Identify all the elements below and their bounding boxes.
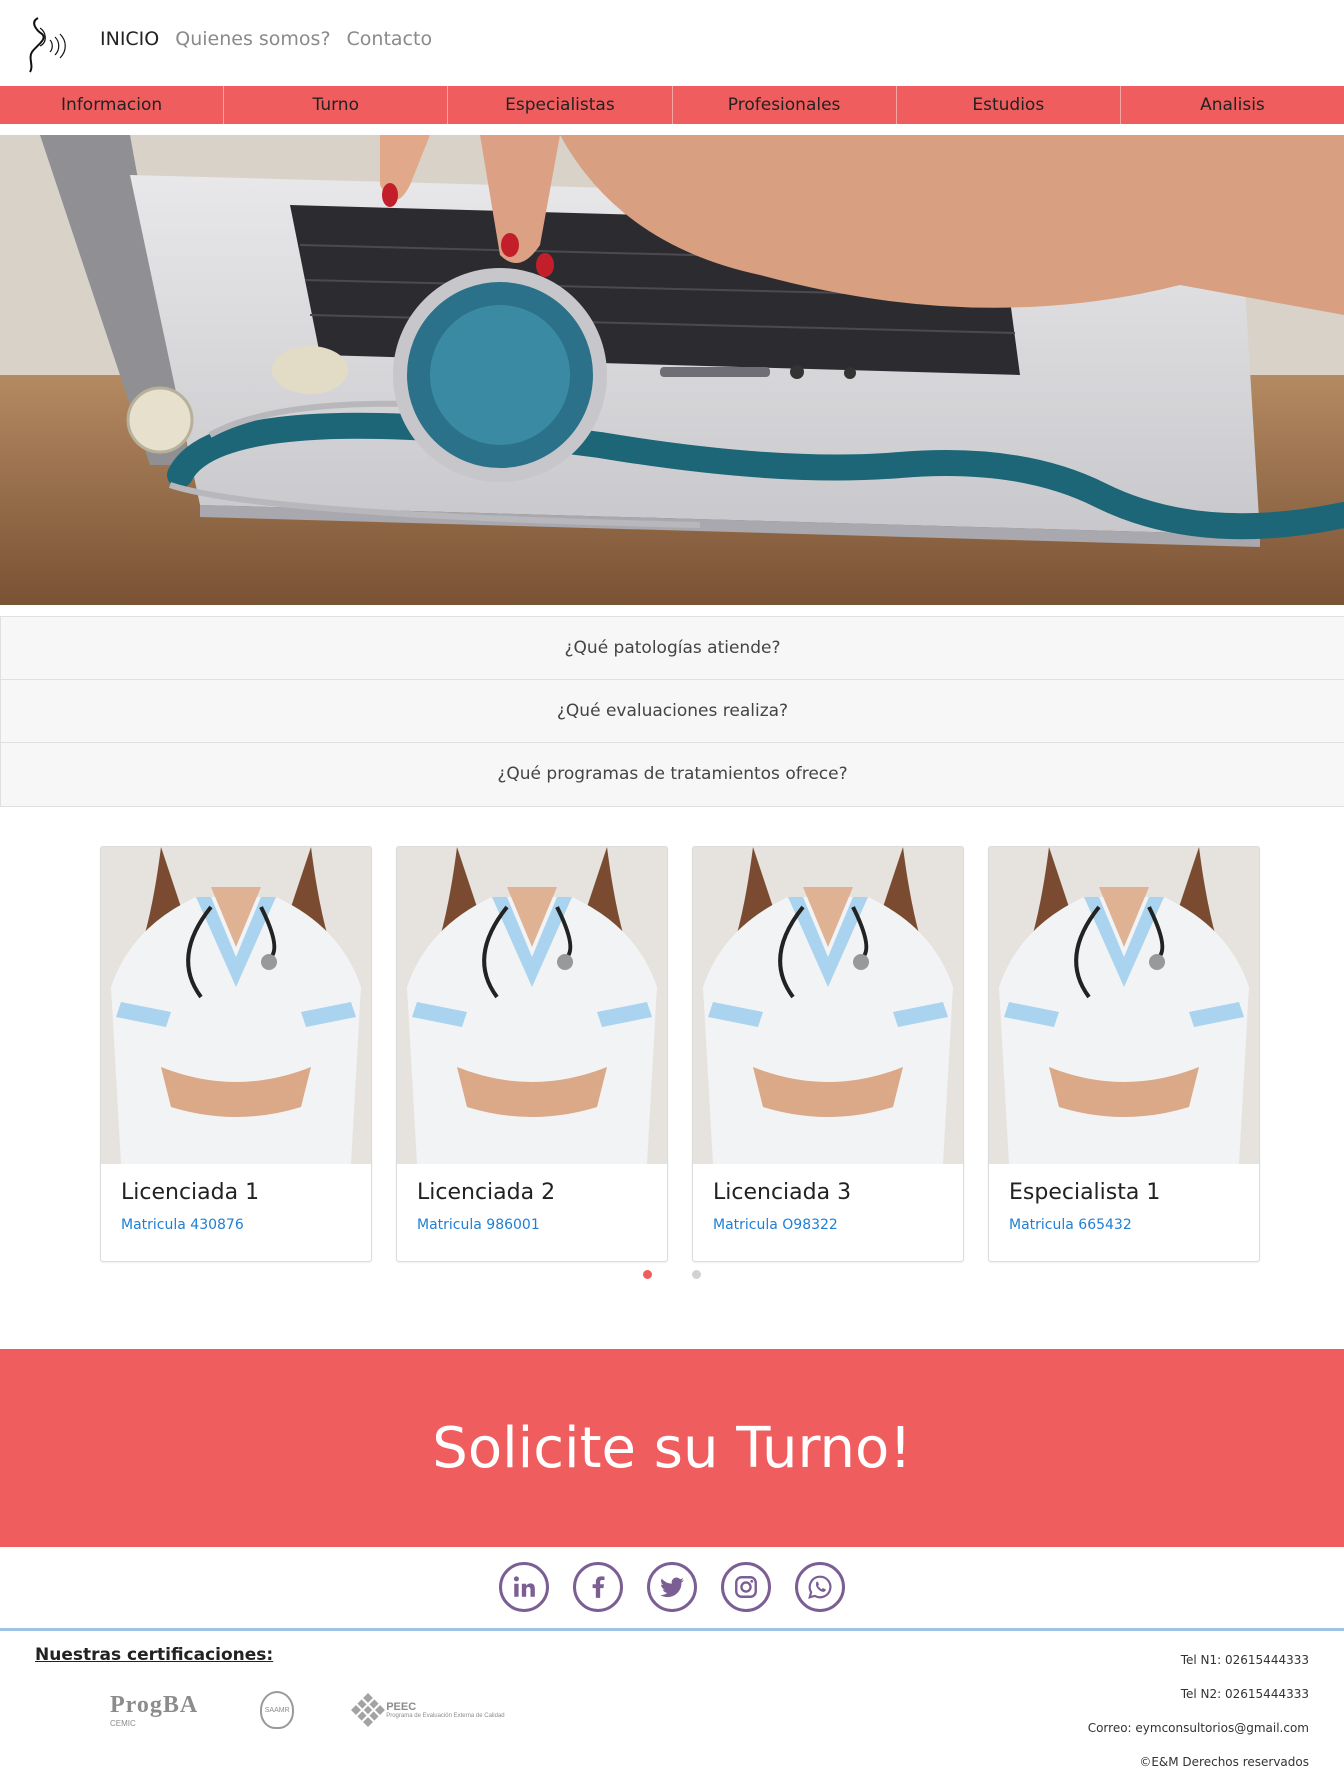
professional-photo xyxy=(397,847,667,1164)
category-especialistas[interactable]: Especialistas xyxy=(448,86,673,124)
saamr-seal-logo: SAAMR xyxy=(260,1691,295,1729)
email-address[interactable]: Correo: eymconsultorios@gmail.com xyxy=(1088,1711,1309,1745)
main-nav: INICIO Quienes somos? Contacto xyxy=(100,28,432,50)
professional-card[interactable]: Licenciada 3 Matricula O98322 xyxy=(692,846,964,1262)
category-turno[interactable]: Turno xyxy=(224,86,449,124)
linkedin-icon[interactable] xyxy=(499,1562,549,1612)
copyright: ©E&M Derechos reservados xyxy=(1139,1755,1309,1769)
facebook-icon[interactable] xyxy=(573,1562,623,1612)
card-license[interactable]: Matricula 986001 xyxy=(417,1217,647,1233)
card-title: Especialista 1 xyxy=(1009,1180,1161,1205)
peec-logo: PEEC Programa de Evaluación Externa de C… xyxy=(351,1693,505,1727)
nav-contacto[interactable]: Contacto xyxy=(347,28,433,50)
category-estudios[interactable]: Estudios xyxy=(897,86,1121,124)
hero-illustration xyxy=(0,135,1344,605)
professionals-carousel: Licenciada 1 Matricula 430876 Licenciada… xyxy=(100,846,1262,1262)
professional-card[interactable]: Licenciada 2 Matricula 986001 xyxy=(396,846,668,1262)
card-license[interactable]: Matricula 430876 xyxy=(121,1217,351,1233)
card-title: Licenciada 1 xyxy=(121,1180,260,1205)
request-appointment-link[interactable]: Solicite su Turno! xyxy=(432,1416,911,1481)
saamr-seal-text: SAAMR xyxy=(264,1706,290,1714)
social-links xyxy=(0,1562,1344,1614)
card-title: Licenciada 2 xyxy=(417,1180,556,1205)
professional-photo xyxy=(101,847,371,1164)
nav-inicio[interactable]: INICIO xyxy=(100,28,159,50)
certification-logos: ProgBA CEMIC SAAMR PEEC Programa de Eval… xyxy=(110,1691,505,1729)
twitter-icon[interactable] xyxy=(647,1562,697,1612)
peec-logo-text: PEEC xyxy=(386,1700,417,1713)
nav-quienes-somos[interactable]: Quienes somos? xyxy=(175,28,330,50)
instagram-icon[interactable] xyxy=(721,1562,771,1612)
category-informacion[interactable]: Informacion xyxy=(0,86,225,124)
professional-photo xyxy=(693,847,963,1164)
card-license[interactable]: Matricula 665432 xyxy=(1009,1217,1239,1233)
card-license[interactable]: Matricula O98322 xyxy=(713,1217,943,1233)
carousel-indicators xyxy=(0,1270,1344,1282)
whatsapp-icon[interactable] xyxy=(795,1562,845,1612)
carousel-dot-1[interactable] xyxy=(643,1270,652,1279)
professional-card[interactable]: Licenciada 1 Matricula 430876 xyxy=(100,846,372,1262)
carousel-dot-2[interactable] xyxy=(692,1270,701,1279)
peec-logo-subtext: Programa de Evaluación Externa de Calida… xyxy=(386,1712,505,1719)
faq-accordion: ¿Qué patologías atiende? ¿Qué evaluacion… xyxy=(0,616,1344,807)
category-analisis[interactable]: Analisis xyxy=(1121,86,1344,124)
faq-evaluaciones[interactable]: ¿Qué evaluaciones realiza? xyxy=(1,680,1344,743)
category-bar: Informacion Turno Especialistas Profesio… xyxy=(0,86,1344,124)
progba-logo-subtext: CEMIC xyxy=(110,1719,136,1728)
top-navbar: INICIO Quienes somos? Contacto xyxy=(0,0,1344,86)
category-profesionales[interactable]: Profesionales xyxy=(673,86,897,124)
card-title: Licenciada 3 xyxy=(713,1180,852,1205)
phone-1[interactable]: Tel N1: 02615444333 xyxy=(1088,1643,1309,1677)
appointment-banner: Solicite su Turno! xyxy=(0,1349,1344,1547)
footer: Nuestras certificaciones: ProgBA CEMIC S… xyxy=(0,1628,1344,1787)
brand-logo[interactable] xyxy=(22,12,70,74)
peec-grid-icon xyxy=(351,1693,386,1727)
phone-2[interactable]: Tel N2: 02615444333 xyxy=(1088,1677,1309,1711)
hero-image xyxy=(0,135,1344,605)
progba-logo: ProgBA CEMIC xyxy=(110,1692,198,1728)
progba-logo-text: ProgBA xyxy=(110,1692,199,1718)
faq-patologias[interactable]: ¿Qué patologías atiende? xyxy=(1,617,1344,680)
faq-programas[interactable]: ¿Qué programas de tratamientos ofrece? xyxy=(1,743,1344,806)
certifications-title: Nuestras certificaciones: xyxy=(35,1645,274,1665)
professional-photo xyxy=(989,847,1259,1164)
contact-info: Tel N1: 02615444333 Tel N2: 02615444333 … xyxy=(1088,1643,1309,1779)
professional-card[interactable]: Especialista 1 Matricula 665432 xyxy=(988,846,1260,1262)
